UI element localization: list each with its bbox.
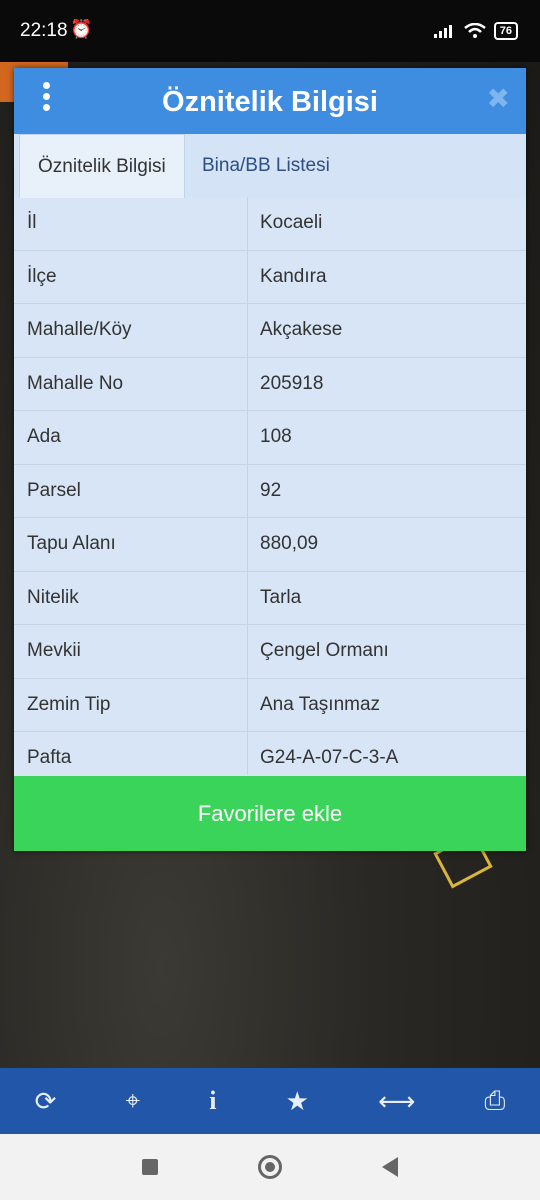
table-row: Mevkii Çengel Ormanı	[14, 625, 526, 679]
row-key: Tapu Alanı	[27, 533, 116, 554]
alarm-icon: ⏰	[70, 19, 93, 39]
print-icon[interactable]: ⎙	[485, 1085, 506, 1117]
row-value: Ana Taşınmaz	[260, 693, 381, 715]
row-key: İlçe	[27, 265, 57, 287]
row-key: Nitelik	[27, 586, 79, 608]
row-value: Tarla	[260, 586, 302, 608]
row-key: Zemin Tip	[27, 693, 111, 715]
table-row: Tapu Alanı 880,09	[14, 518, 526, 572]
table-row: İl Kocaeli	[14, 197, 526, 251]
tab-attribute-info[interactable]: Öznitelik Bilgisi	[19, 134, 185, 198]
bottom-toolbar: ⟳ ⌖ i ★ ⟷ ⎙	[0, 1068, 540, 1134]
signal-icon	[433, 25, 452, 38]
attribute-table: İl Kocaeli İlçe Kandıra Mahalle/Köy Akçakes…	[14, 197, 526, 785]
dialog-header: Öznitelik Bilgisi ✖	[14, 68, 526, 134]
star-icon[interactable]: ★	[286, 1086, 309, 1117]
dialog-title: Öznitelik Bilgisi	[162, 86, 378, 118]
tab-building-list[interactable]: Bina/BB Listesi	[184, 134, 348, 197]
row-key: Mahalle/Köy	[27, 319, 132, 340]
table-row: İlçe Kandıra	[14, 251, 526, 304]
home-icon[interactable]	[258, 1155, 282, 1179]
table-row: Nitelik Tarla	[14, 572, 526, 625]
row-value: G24-A-07-C-3-A	[260, 747, 399, 768]
status-icons: 76	[433, 22, 518, 40]
row-key: Parsel	[27, 479, 81, 501]
back-icon[interactable]	[382, 1157, 398, 1177]
add-favorite-button[interactable]: Favorilere ekle	[14, 776, 526, 851]
locate-icon[interactable]: ⌖	[126, 1085, 141, 1117]
close-icon[interactable]: ✖	[487, 82, 510, 115]
recents-icon[interactable]	[142, 1159, 158, 1175]
status-bar: 22:18 ⏰ 76	[0, 0, 540, 62]
wifi-icon	[463, 23, 486, 38]
row-value: 92	[260, 479, 282, 501]
status-time: 22:18	[20, 20, 68, 41]
system-nav-bar	[0, 1134, 540, 1200]
table-row: Parsel 92	[14, 465, 526, 518]
table-row: Ada 108	[14, 411, 526, 465]
row-key: Pafta	[27, 747, 72, 768]
row-key: Mahalle No	[27, 372, 124, 394]
row-key: İl	[27, 212, 37, 233]
table-row: Zemin Tip Ana Taşınmaz	[14, 679, 526, 732]
tab-bar: Öznitelik Bilgisi Bina/BB Listesi	[14, 134, 526, 198]
row-value: Çengel Ormanı	[260, 640, 389, 661]
battery-indicator: 76	[493, 22, 518, 40]
attribute-dialog: Öznitelik Bilgisi ✖ Öznitelik Bilgisi Bi…	[14, 68, 526, 851]
row-value: 880,09	[260, 533, 319, 554]
table-row: Mahalle/Köy Akçakese	[14, 304, 526, 358]
row-value: Akçakese	[260, 319, 343, 340]
row-value: Kocaeli	[260, 212, 323, 233]
row-value: Kandıra	[260, 265, 327, 287]
row-key: Mevkii	[27, 640, 81, 661]
table-row: Mahalle No 205918	[14, 358, 526, 411]
refresh-icon[interactable]: ⟳	[35, 1086, 57, 1117]
info-icon[interactable]: i	[209, 1086, 216, 1116]
row-value: 205918	[260, 372, 324, 394]
row-key: Ada	[27, 426, 61, 447]
row-value: 108	[260, 426, 292, 447]
measure-icon[interactable]: ⟷	[378, 1086, 415, 1117]
